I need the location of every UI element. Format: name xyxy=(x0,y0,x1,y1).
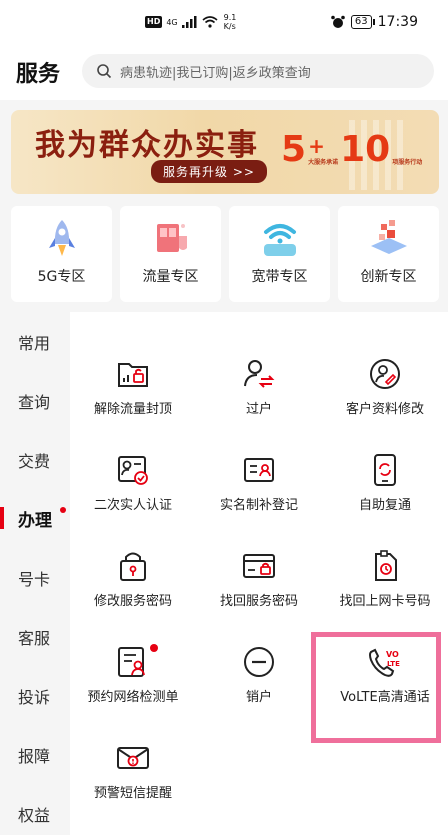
zone-innovation[interactable]: 创新专区 xyxy=(338,206,439,302)
sidebar-item-label: 办理 xyxy=(18,511,52,531)
banner-small-a: 大服务承诺 xyxy=(308,159,339,166)
realname-register-icon xyxy=(244,458,274,482)
alarm-icon xyxy=(331,15,345,28)
service-unlock-traffic[interactable]: 解除流量封顶 xyxy=(70,346,196,442)
zone-label: 流量专区 xyxy=(142,269,199,285)
rocket-icon xyxy=(48,220,75,256)
sidebar-item-fault-report[interactable]: 报障 xyxy=(0,725,70,784)
zone-label: 5G专区 xyxy=(37,269,86,285)
service-label: 修改服务密码 xyxy=(93,594,172,609)
service-label: 二次实人认证 xyxy=(93,498,172,513)
page-header: 服务 病患轨迹|我已订购|返乡政策查询 xyxy=(0,44,448,100)
clock: 17:39 xyxy=(377,14,418,30)
service-grid: 解除流量封顶 过户 客户资料修改 二次实人认证 实名制补登记 自助复通 修改服务… xyxy=(70,312,448,835)
service-label: VoLTE高清通话 xyxy=(340,690,430,705)
banner-num-5: 5 xyxy=(281,129,307,170)
edit-profile-icon xyxy=(370,359,400,389)
service-cancel-account[interactable]: 销户 xyxy=(196,634,322,730)
sim-card-icon xyxy=(375,550,397,581)
service-recover-password[interactable]: 找回服务密码 xyxy=(196,538,322,634)
service-recover-card-number[interactable]: 找回上网卡号码 xyxy=(322,538,448,634)
network-type: 4G xyxy=(166,17,178,27)
sms-alert-icon xyxy=(117,747,149,769)
service-realname-register[interactable]: 实名制补登记 xyxy=(196,442,322,538)
svg-text:LTE: LTE xyxy=(387,660,400,668)
service-label: 解除流量封顶 xyxy=(93,402,172,417)
hd-badge: HD xyxy=(145,16,163,28)
service-change-password[interactable]: 修改服务密码 xyxy=(70,538,196,634)
service-label: 实名制补登记 xyxy=(219,498,298,513)
zone-5g[interactable]: 5G专区 xyxy=(11,206,112,302)
page-title: 服务 xyxy=(16,62,61,87)
service-label: 预警短信提醒 xyxy=(93,786,172,801)
sidebar-item-customer-service[interactable]: 客服 xyxy=(0,607,70,666)
sidebar-item-complaint[interactable]: 投诉 xyxy=(0,666,70,725)
transfer-user-icon xyxy=(244,360,275,388)
service-label: 销户 xyxy=(245,690,272,705)
banner-small-b: 项服务行动 xyxy=(392,159,423,166)
network-speed: 9.1 K/s xyxy=(224,13,237,31)
service-network-check[interactable]: 预约网络检测单 xyxy=(70,634,196,730)
battery-icon: 63 xyxy=(350,15,375,29)
category-sidebar: 常用 查询 交费 办理 号卡 客服 投诉 报障 权益 xyxy=(0,312,70,835)
service-label: 找回上网卡号码 xyxy=(339,594,431,609)
sidebar-item-number-card[interactable]: 号卡 xyxy=(0,548,70,607)
service-label: 过户 xyxy=(245,402,272,417)
wifi-icon xyxy=(263,224,296,256)
unlock-traffic-icon xyxy=(118,363,148,387)
service-sms-alert[interactable]: 预警短信提醒 xyxy=(70,730,196,826)
notification-dot xyxy=(150,644,158,652)
banner-num-10: 10 xyxy=(340,129,391,170)
zone-broadband[interactable]: 宽带专区 xyxy=(229,206,330,302)
service-label: 自助复通 xyxy=(358,498,411,513)
svg-text:VO: VO xyxy=(386,650,399,659)
signal-icon xyxy=(181,16,197,28)
status-network: HD 4G 9.1 K/s xyxy=(145,12,236,32)
sidebar-item-handle[interactable]: 办理 xyxy=(0,489,70,548)
service-label: 找回服务密码 xyxy=(219,594,298,609)
cancel-account-icon xyxy=(244,647,274,677)
zone-label: 创新专区 xyxy=(360,269,417,285)
zone-row: 5G专区 流量专区 宽带专区 创新专区 xyxy=(11,206,439,302)
banner-upgrade-button[interactable]: 服务再升级 >> xyxy=(151,160,267,183)
sidebar-item-benefits[interactable]: 权益 xyxy=(0,784,70,835)
sidebar-item-query[interactable]: 查询 xyxy=(0,371,70,430)
banner-plus: + xyxy=(308,134,325,158)
lock-password-icon xyxy=(120,552,146,581)
zone-label: 宽带专区 xyxy=(251,269,308,285)
banner-numbers: 5 + 大服务承诺 10 项服务行动 xyxy=(281,132,422,168)
notification-dot xyxy=(60,507,66,513)
search-placeholder: 病患轨迹|我已订购|返乡政策查询 xyxy=(120,65,311,81)
service-restore[interactable]: 自助复通 xyxy=(322,442,448,538)
phone-restore-icon xyxy=(374,454,396,486)
sidebar-item-common[interactable]: 常用 xyxy=(0,312,70,371)
service-transfer[interactable]: 过户 xyxy=(196,346,322,442)
service-edit-profile[interactable]: 客户资料修改 xyxy=(322,346,448,442)
service-label: 客户资料修改 xyxy=(345,402,424,417)
search-icon xyxy=(97,64,112,79)
promo-banner[interactable]: 我为群众办实事 服务再升级 >> 5 + 大服务承诺 10 项服务行动 xyxy=(11,110,439,194)
innovation-cubes-icon xyxy=(370,220,407,254)
network-check-form-icon xyxy=(118,647,145,677)
service-label: 预约网络检测单 xyxy=(87,690,179,705)
data-package-icon xyxy=(156,224,187,252)
zone-traffic[interactable]: 流量专区 xyxy=(120,206,221,302)
search-input[interactable]: 病患轨迹|我已订购|返乡政策查询 xyxy=(82,54,434,88)
wifi-status-icon xyxy=(202,16,218,28)
speed-unit: K/s xyxy=(223,22,236,31)
service-id-verify[interactable]: 二次实人认证 xyxy=(70,442,196,538)
banner-title: 我为群众办实事 xyxy=(35,128,259,163)
card-lock-icon xyxy=(243,554,275,578)
volte-phone-icon: VO LTE xyxy=(369,648,400,677)
status-right: 63 17:39 xyxy=(331,12,418,32)
id-verify-icon xyxy=(118,456,148,485)
top-section: 我为群众办实事 服务再升级 >> 5 + 大服务承诺 10 项服务行动 5G专区 xyxy=(0,100,448,312)
status-bar: HD 4G 9.1 K/s 63 17:39 xyxy=(0,0,448,44)
sidebar-item-payment[interactable]: 交费 xyxy=(0,430,70,489)
speed-value: 9.1 xyxy=(223,13,237,22)
service-volte[interactable]: VO LTE VoLTE高清通话 xyxy=(322,634,448,730)
